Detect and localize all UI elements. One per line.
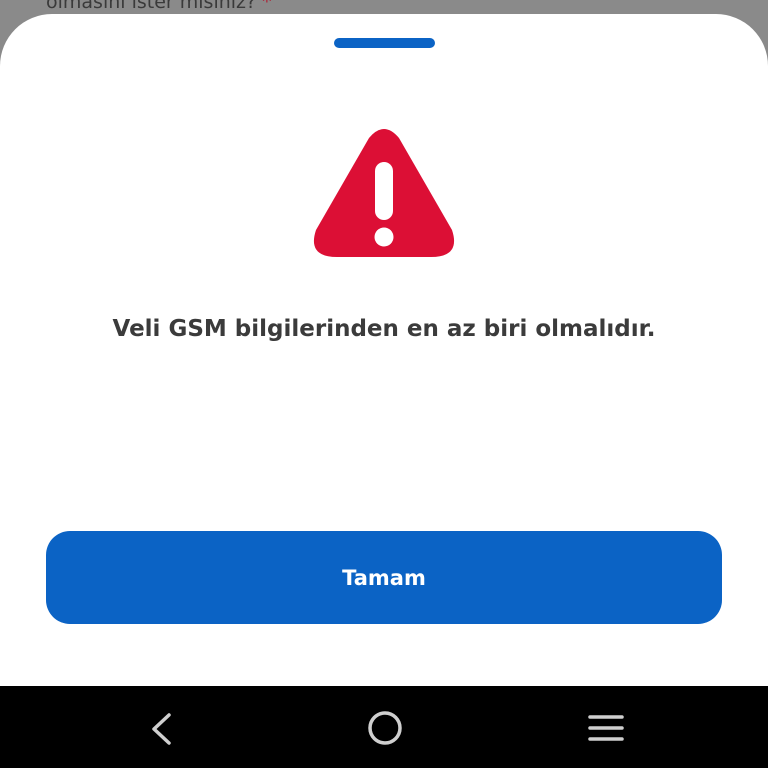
nav-recents-button[interactable] — [586, 708, 626, 748]
ok-button-label: Tamam — [342, 565, 426, 590]
background-question-text: olmasını ister misiniz? — [46, 0, 257, 13]
system-navigation-bar — [0, 686, 768, 768]
alert-bottom-sheet: Veli GSM bilgilerinden en az biri olmalı… — [0, 14, 768, 686]
nav-back-button[interactable] — [142, 708, 182, 748]
nav-home-button[interactable] — [365, 708, 405, 748]
circle-home-icon — [368, 711, 402, 745]
chevron-left-icon — [152, 713, 171, 745]
sheet-drag-handle[interactable] — [334, 38, 435, 48]
required-asterisk: * — [262, 0, 272, 13]
menu-lines-icon — [588, 715, 624, 741]
ok-button[interactable]: Tamam — [46, 531, 722, 624]
alert-message: Veli GSM bilgilerinden en az biri olmalı… — [112, 316, 656, 342]
warning-triangle-icon — [313, 129, 455, 257]
background-form-question: olmasını ister misiniz? * — [46, 0, 272, 13]
screen: olmasını ister misiniz? * Veli GSM bilgil… — [0, 0, 768, 768]
